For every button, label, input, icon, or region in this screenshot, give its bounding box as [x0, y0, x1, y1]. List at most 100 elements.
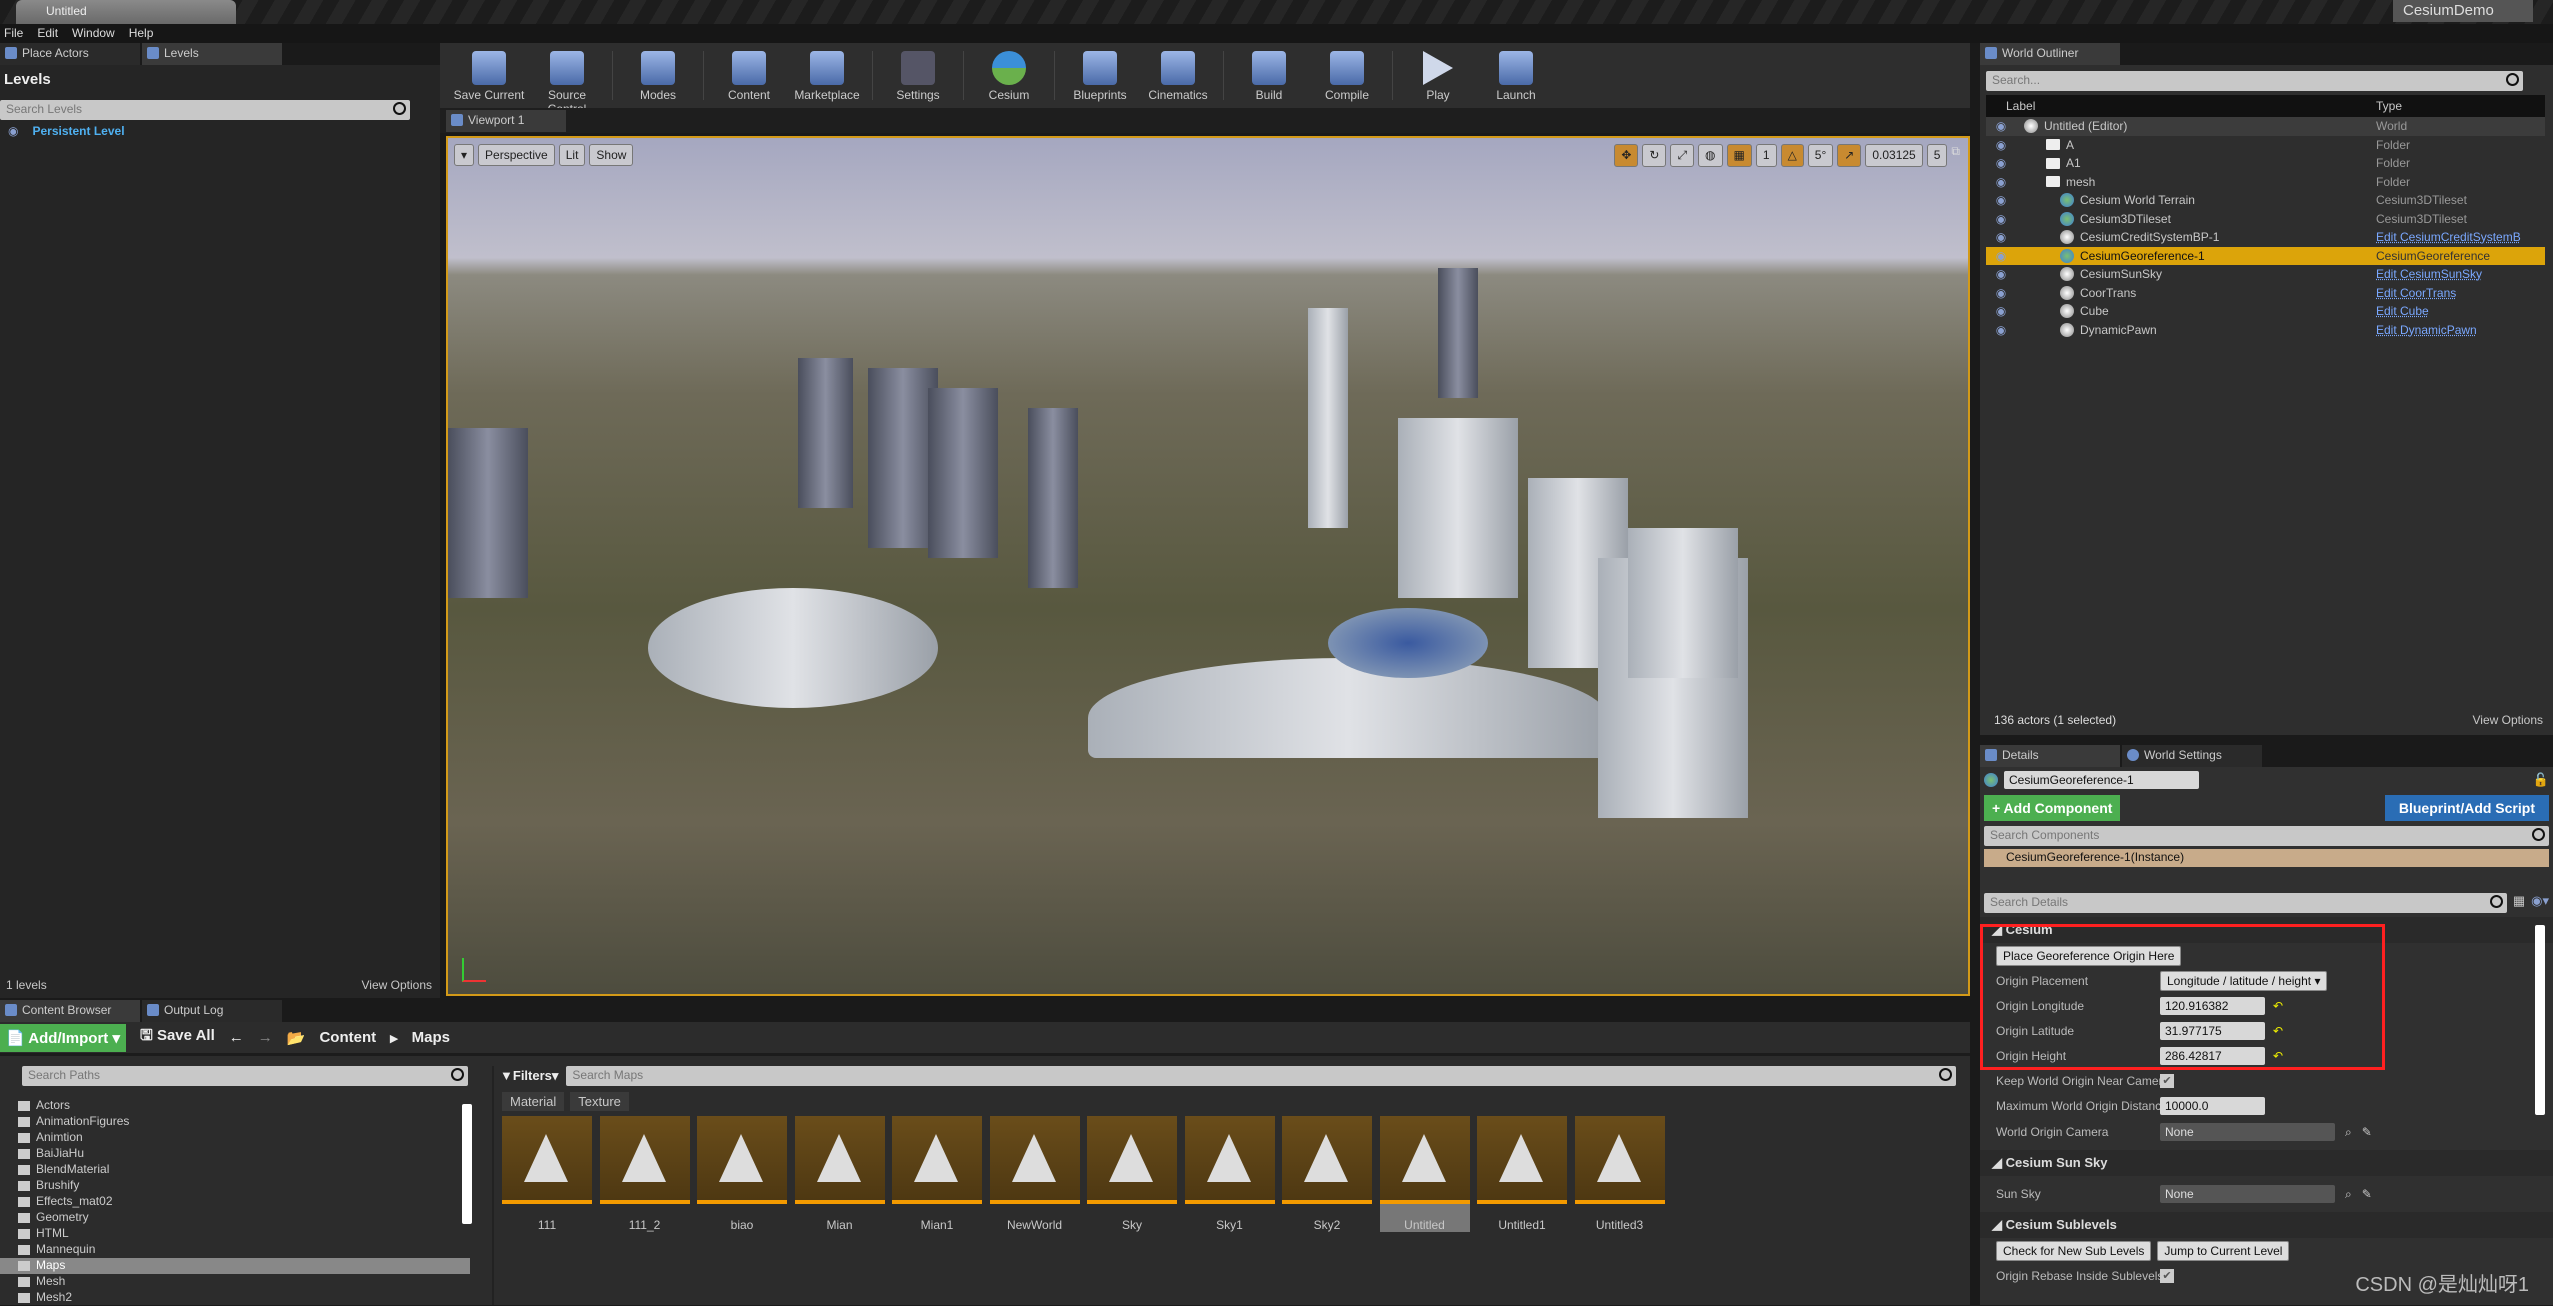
search-components-input[interactable]: Search Components	[1984, 826, 2549, 846]
reset-icon[interactable]: ↶	[2273, 1049, 2283, 1063]
search-levels-input[interactable]: Search Levels	[0, 100, 410, 120]
menu-edit[interactable]: Edit	[37, 26, 58, 41]
asset-tile[interactable]: Mian1	[892, 1116, 982, 1232]
cinematics-button[interactable]: Cinematics	[1139, 47, 1217, 104]
tab-world-outliner[interactable]: World Outliner	[1980, 43, 2120, 65]
outliner-row[interactable]: ◉ A1 Folder	[1986, 154, 2545, 173]
asset-tile[interactable]: Sky	[1087, 1116, 1177, 1232]
outliner-row[interactable]: ◉ Cesium3DTileset Cesium3DTileset	[1986, 210, 2545, 229]
level-persistent[interactable]: Persistent Level	[32, 124, 124, 138]
folder-item[interactable]: AnimationFigures	[0, 1114, 470, 1130]
marketplace-button[interactable]: Marketplace	[788, 47, 866, 104]
check-sub-levels-button[interactable]: Check for New Sub Levels	[1996, 1240, 2152, 1261]
jump-current-level-button[interactable]: Jump to Current Level	[2157, 1240, 2290, 1261]
back-icon[interactable]: ←	[229, 1029, 244, 1046]
eye-icon[interactable]: ◉	[1986, 175, 2016, 189]
play-button[interactable]: Play	[1399, 47, 1477, 104]
eye-icon[interactable]: ◉	[8, 124, 18, 138]
browse-icon[interactable]: ⌕	[2345, 1187, 2352, 1202]
asset-tile[interactable]: Untitled1	[1477, 1116, 1567, 1232]
folder-item[interactable]: Actors	[0, 1098, 470, 1114]
breadcrumb-content[interactable]: Content	[319, 1029, 376, 1046]
scale-icon[interactable]: ⤢	[1670, 144, 1695, 167]
level-viewport[interactable]: ▾ Perspective Lit Show ✥ ↻ ⤢ ◍ ▦ 1 △ 5° …	[446, 136, 1970, 996]
filter-chip-material[interactable]: Material	[502, 1092, 565, 1111]
outliner-row[interactable]: ◉ CoorTrans Edit CoorTrans	[1986, 284, 2545, 303]
tab-levels[interactable]: Levels	[142, 43, 282, 65]
tab-place-actors[interactable]: Place Actors	[0, 43, 140, 65]
grid-snap-value[interactable]: 1	[1755, 144, 1777, 167]
outliner-row[interactable]: ◉ CesiumSunSky Edit CesiumSunSky	[1986, 265, 2545, 284]
search-paths-input[interactable]: Search Paths	[22, 1066, 468, 1086]
origin-longitude-field[interactable]: 120.916382	[2160, 996, 2265, 1015]
eyedropper-icon[interactable]: ✎	[2362, 1187, 2372, 1201]
folder-item[interactable]: Mannequin	[0, 1242, 470, 1258]
asset-tile[interactable]: Sky1	[1184, 1116, 1275, 1232]
asset-tile[interactable]: Mian	[794, 1116, 885, 1232]
blueprint-add-script-button[interactable]: Blueprint/Add Script	[2384, 795, 2549, 821]
asset-tile[interactable]: 111_2	[599, 1116, 690, 1232]
outliner-row[interactable]: ◉ CesiumCreditSystemBP-1 Edit CesiumCred…	[1986, 228, 2545, 247]
eye-icon[interactable]: ◉	[1986, 267, 2016, 281]
actor-type[interactable]: Edit CesiumSunSky	[2376, 267, 2482, 281]
asset-tile[interactable]: 111	[502, 1116, 592, 1232]
sun-sky-dropdown[interactable]: None	[2160, 1185, 2335, 1203]
outliner-row[interactable]: ◉ mesh Folder	[1986, 173, 2545, 192]
add-import-button[interactable]: 📄 Add/Import ▾	[0, 1023, 126, 1052]
eye-icon[interactable]: ◉▾	[2531, 893, 2549, 913]
camera-speed-value[interactable]: 5	[1926, 144, 1948, 167]
save-all-button[interactable]: 🖫 Save All	[140, 1025, 215, 1050]
asset-tile[interactable]: Sky2	[1282, 1116, 1372, 1232]
eye-icon[interactable]: ◉	[1986, 304, 2016, 318]
document-tab[interactable]: Untitled	[16, 0, 236, 24]
filters-button[interactable]: ▼Filters▾	[500, 1068, 558, 1084]
tree-scrollbar[interactable]	[462, 1104, 472, 1224]
origin-camera-dropdown[interactable]: None	[2160, 1123, 2335, 1141]
save-current-button[interactable]: Save Current	[450, 47, 528, 104]
origin-height-field[interactable]: 286.42817	[2160, 1046, 2265, 1065]
compile-button[interactable]: Compile	[1308, 47, 1386, 104]
blueprints-button[interactable]: Blueprints	[1061, 47, 1139, 104]
eye-icon[interactable]: ◉	[1986, 119, 2016, 133]
folder-item[interactable]: Mesh2	[0, 1290, 470, 1306]
category-cesium-sublevels[interactable]: ◢ Cesium Sublevels	[1980, 1212, 2553, 1238]
outliner-row[interactable]: ◉ Untitled (Editor) World	[1986, 117, 2545, 136]
source-control-button[interactable]: Source Control	[528, 47, 606, 116]
rotate-icon[interactable]: ↻	[1642, 144, 1667, 167]
column-label[interactable]: Label	[1986, 99, 2376, 113]
outliner-row[interactable]: ◉ Cube Edit Cube	[1986, 302, 2545, 321]
folder-item[interactable]: Geometry	[0, 1210, 470, 1226]
eye-icon[interactable]: ◉	[1986, 212, 2016, 226]
origin-placement-dropdown[interactable]: Longitude / latitude / height ▾	[2160, 970, 2328, 991]
property-matrix-icon[interactable]: ▦	[2513, 893, 2525, 913]
tab-details[interactable]: Details	[1980, 745, 2120, 767]
show-button[interactable]: Show	[589, 144, 634, 166]
actor-type[interactable]: Edit CesiumCreditSystemB	[2376, 230, 2521, 244]
asset-tile[interactable]: Untitled3	[1574, 1116, 1665, 1232]
folder-item[interactable]: Mesh	[0, 1274, 470, 1290]
actor-name-field[interactable]: CesiumGeoreference-1	[2004, 771, 2199, 789]
eye-icon[interactable]: ◉	[1986, 249, 2016, 263]
component-instance-row[interactable]: CesiumGeoreference-1(Instance)	[1984, 849, 2549, 867]
tab-world-settings[interactable]: World Settings	[2122, 745, 2262, 767]
eye-icon[interactable]: ◉	[1986, 193, 2016, 207]
menu-file[interactable]: File	[4, 26, 23, 41]
actor-type[interactable]: Edit Cube	[2376, 304, 2429, 318]
actor-type[interactable]: Edit DynamicPawn	[2376, 323, 2477, 337]
globe-icon[interactable]: ◍	[1698, 144, 1723, 167]
launch-button[interactable]: Launch	[1477, 47, 1555, 104]
cesium-button[interactable]: Cesium	[970, 47, 1048, 104]
outliner-row[interactable]: ◉ A Folder	[1986, 136, 2545, 155]
scale-snap-value[interactable]: 0.03125	[1865, 144, 1923, 167]
build-button[interactable]: Build	[1230, 47, 1308, 104]
grid-snap-icon[interactable]: ▦	[1726, 144, 1752, 167]
rotation-snap-value[interactable]: 5°	[1807, 144, 1834, 167]
translate-icon[interactable]: ✥	[1614, 144, 1639, 167]
folder-item[interactable]: Animtion	[0, 1130, 470, 1146]
folder-item[interactable]: Brushify	[0, 1178, 470, 1194]
folder-item[interactable]: HTML	[0, 1226, 470, 1242]
reset-icon[interactable]: ↶	[2273, 999, 2283, 1013]
eye-icon[interactable]: ◉	[1986, 156, 2016, 170]
folder-item[interactable]: Effects_mat02	[0, 1194, 470, 1210]
perspective-button[interactable]: Perspective	[478, 144, 555, 166]
